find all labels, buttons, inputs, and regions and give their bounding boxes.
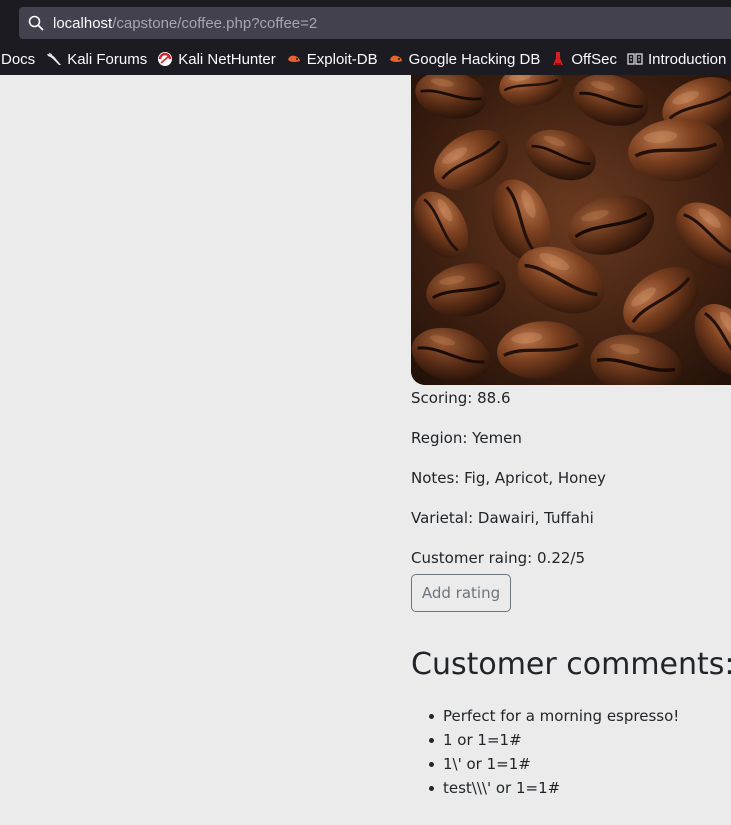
comment-item: 1 or 1=1# — [428, 728, 731, 752]
region-text: Region: Yemen — [411, 429, 522, 447]
search-icon — [19, 7, 53, 39]
url-path: /capstone/coffee.php?coffee=2 — [112, 14, 318, 32]
bookmark-label: Introduction · — [647, 50, 731, 68]
bookmark-label: OffSec — [571, 50, 617, 68]
page-content: Scoring: 88.6 Region: Yemen Notes: Fig, … — [0, 75, 731, 825]
ghdb-icon — [388, 51, 404, 67]
book-icon — [627, 51, 643, 67]
bookmark-label: Docs — [1, 50, 36, 68]
customer-rating-text: Customer raing: 0.22/5 — [411, 549, 586, 567]
coffee-beans-photo — [411, 75, 731, 385]
bookmarks-toolbar: Docs Kali Forums Kali NetHunter Exploit-… — [0, 45, 731, 73]
bookmark-kali-forums[interactable]: Kali Forums — [46, 51, 147, 68]
varietal-text: Varietal: Dawairi, Tuffahi — [411, 509, 594, 527]
add-rating-button[interactable]: Add rating — [411, 574, 511, 612]
kali-dragon-icon — [46, 51, 62, 67]
exploit-db-icon — [286, 51, 302, 67]
url-text[interactable]: localhost/capstone/coffee.php?coffee=2 — [53, 15, 317, 32]
notes-text: Notes: Fig, Apricot, Honey — [411, 469, 606, 487]
bookmark-label: Exploit-DB — [306, 50, 378, 68]
url-host: localhost — [53, 14, 113, 32]
bookmark-google-hacking-db[interactable]: Google Hacking DB — [388, 50, 541, 68]
comment-item: 1\' or 1=1# — [428, 752, 731, 776]
comment-item: test\\\' or 1=1# — [428, 776, 731, 800]
comments-list: Perfect for a morning espresso! 1 or 1=1… — [411, 704, 731, 800]
bookmark-docs[interactable]: Docs — [1, 51, 35, 68]
coffee-detail: Scoring: 88.6 Region: Yemen Notes: Fig, … — [411, 75, 731, 800]
offsec-icon — [550, 51, 566, 67]
scoring-text: Scoring: 88.6 — [411, 389, 511, 407]
bookmark-offsec[interactable]: OffSec — [550, 51, 617, 68]
bookmark-label: Google Hacking DB — [408, 50, 541, 68]
bookmark-introduction[interactable]: Introduction · — [627, 51, 731, 68]
bookmark-label: Kali Forums — [67, 50, 148, 68]
bookmark-kali-nethunter[interactable]: Kali NetHunter — [157, 51, 276, 68]
comments-heading: Customer comments: — [411, 647, 731, 682]
bookmark-exploit-db[interactable]: Exploit-DB — [286, 51, 378, 68]
nethunter-icon — [157, 51, 173, 67]
comment-item: Perfect for a morning espresso! — [428, 704, 731, 728]
address-bar[interactable]: localhost/capstone/coffee.php?coffee=2 — [19, 7, 731, 39]
bookmark-label: Kali NetHunter — [178, 50, 276, 68]
browser-chrome: localhost/capstone/coffee.php?coffee=2 D… — [0, 0, 731, 75]
